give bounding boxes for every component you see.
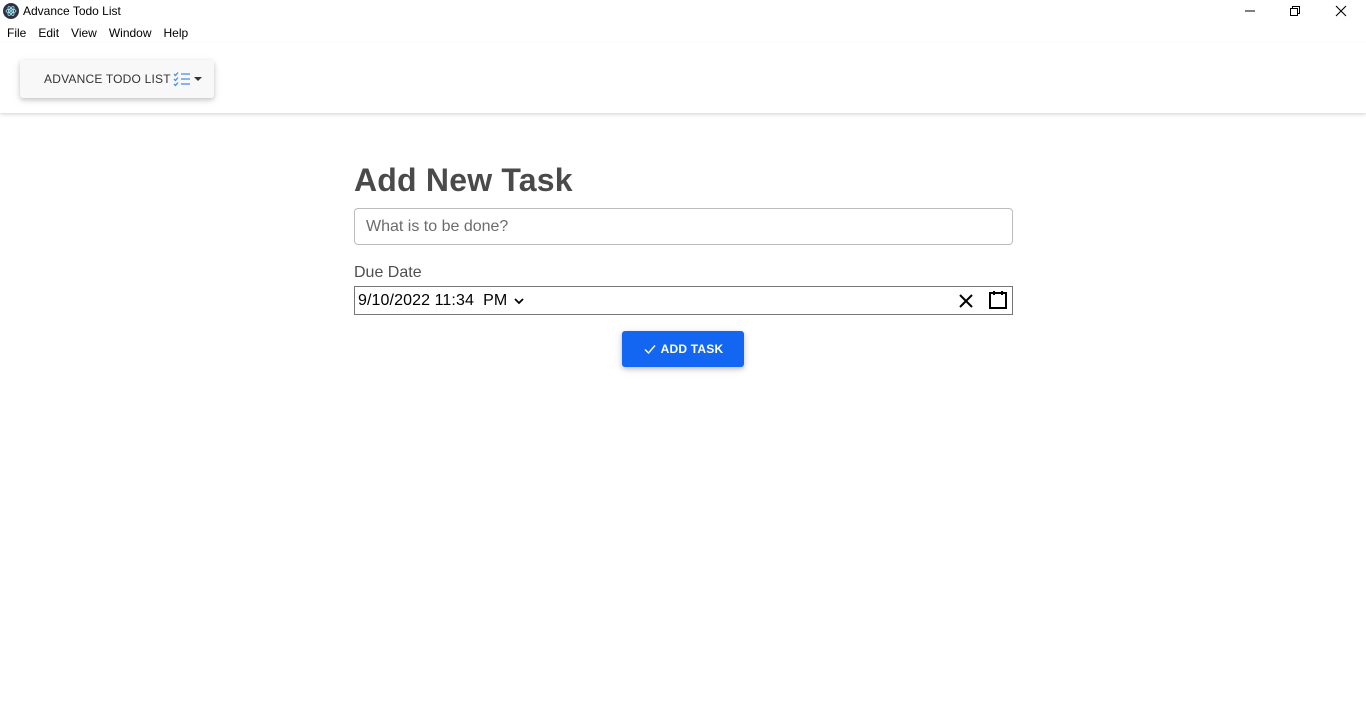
- electron-app-icon: [3, 3, 19, 19]
- menu-help[interactable]: Help: [158, 23, 195, 43]
- brand-label: ADVANCE TODO LIST: [44, 72, 171, 86]
- checklist-icon: [173, 71, 191, 87]
- calendar-icon[interactable]: [988, 290, 1008, 310]
- restore-icon[interactable]: [1272, 0, 1318, 22]
- page-title: Add New Task: [354, 162, 573, 198]
- task-input[interactable]: [354, 208, 1013, 245]
- close-icon[interactable]: [1318, 0, 1364, 22]
- window-title: Advance Todo List: [23, 4, 121, 18]
- check-icon: [643, 342, 657, 356]
- add-task-form: Add New Task Due Date 9/10/2022 11:34 PM…: [354, 160, 1013, 367]
- due-date-label: Due Date: [354, 264, 422, 281]
- menu-bar: File Edit View Window Help: [0, 23, 194, 43]
- clear-date-icon[interactable]: [958, 293, 974, 309]
- menu-window[interactable]: Window: [103, 23, 158, 43]
- menu-file[interactable]: File: [0, 23, 32, 43]
- chevron-down-icon[interactable]: [513, 295, 525, 307]
- add-task-label: ADD TASK: [660, 342, 724, 356]
- minimize-icon[interactable]: [1227, 0, 1273, 22]
- brand-dropdown-button[interactable]: ADVANCE TODO LIST: [20, 60, 214, 98]
- window-titlebar: Advance Todo List: [0, 0, 1366, 22]
- due-date-input[interactable]: 9/10/2022 11:34 PM: [354, 286, 1013, 315]
- caret-down-icon: [193, 77, 202, 81]
- menu-view[interactable]: View: [65, 23, 103, 43]
- add-task-button[interactable]: ADD TASK: [622, 331, 744, 367]
- menu-edit[interactable]: Edit: [32, 23, 65, 43]
- app-navbar: ADVANCE TODO LIST: [0, 43, 1366, 113]
- due-date-value[interactable]: 9/10/2022 11:34 PM: [355, 292, 507, 310]
